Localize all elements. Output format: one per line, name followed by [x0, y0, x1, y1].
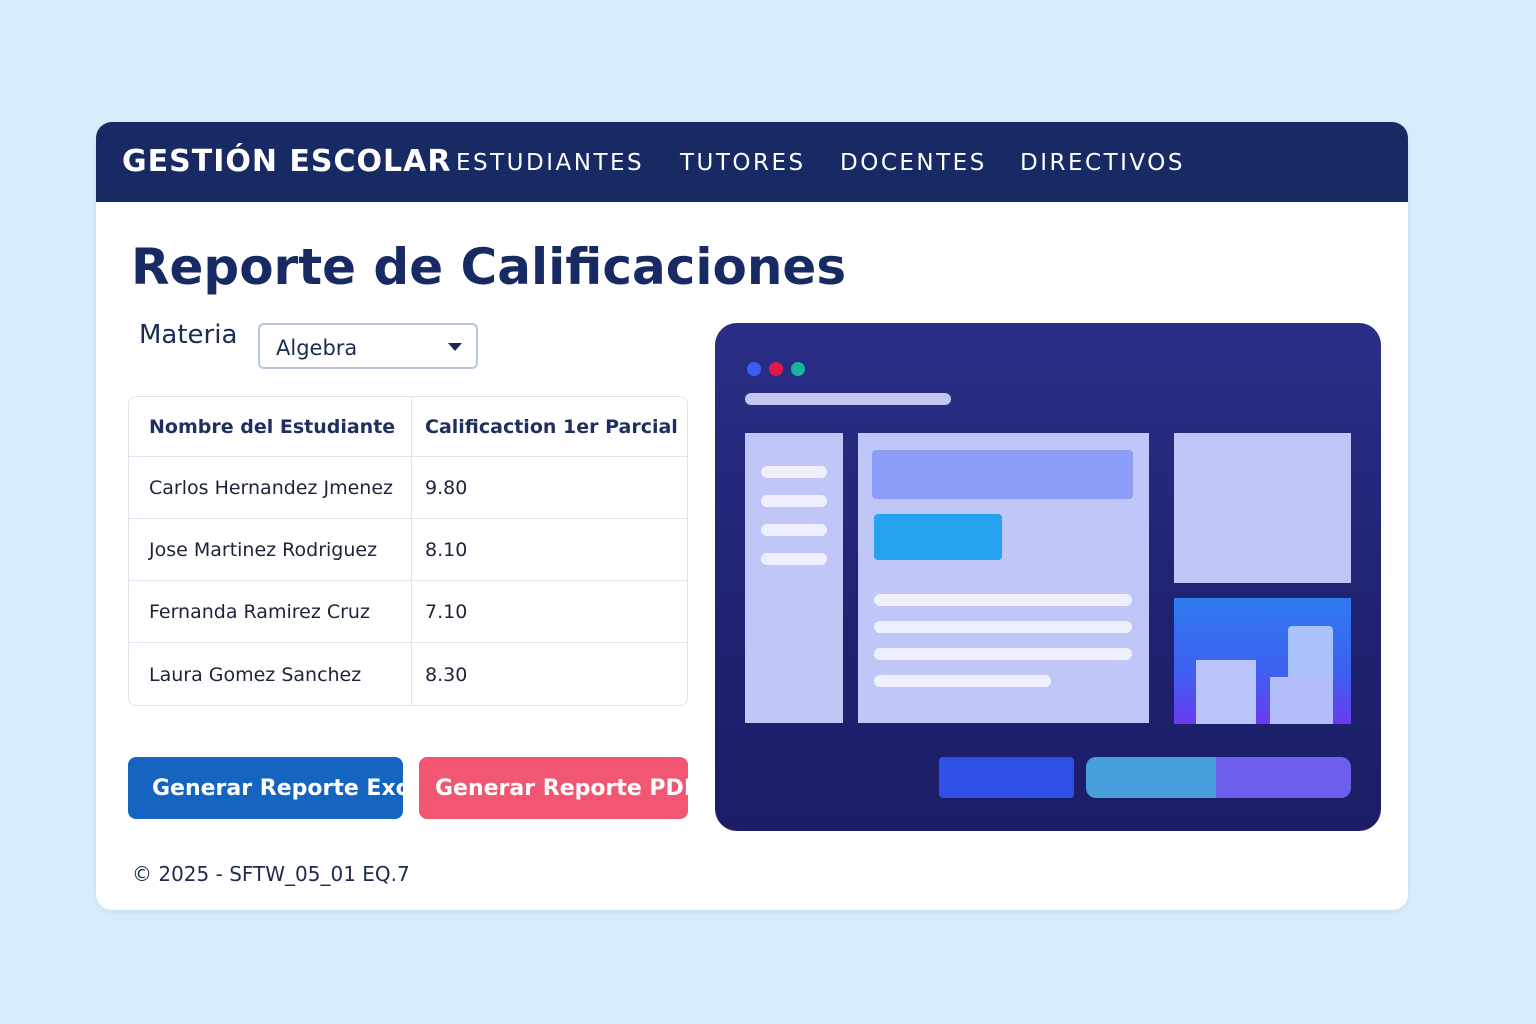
app-window: GESTIÓN ESCOLAR ESTUDIANTES TUTORES DOCE… [96, 122, 1408, 910]
illustration-action-block [939, 757, 1074, 798]
subject-label: Materia [139, 320, 238, 350]
illustration-text-line [874, 648, 1132, 660]
illustration-top-right-panel [1174, 433, 1351, 583]
illustration-sidebar-line [761, 495, 827, 507]
nav-link-tutores[interactable]: TUTORES [680, 150, 806, 176]
window-dot-blue [747, 362, 761, 376]
grade-cell: 8.10 [411, 519, 687, 580]
student-name-cell: Laura Gomez Sanchez [149, 664, 362, 686]
table-header-row: Nombre del Estudiante Calificaction 1er … [129, 397, 687, 456]
table-row: Laura Gomez Sanchez 8.30 [129, 642, 687, 705]
grade-cell: 8.30 [411, 643, 687, 705]
illustration-main-panel [858, 433, 1149, 723]
illustration-chart-bar [1196, 660, 1256, 724]
caret-down-icon [448, 343, 462, 351]
footer-copyright: © 2025 - SFTW_05_01 EQ.7 [132, 862, 410, 886]
illustration-chart-panel [1174, 598, 1351, 724]
illustration-progress-block [1086, 757, 1351, 798]
generate-excel-report-button[interactable]: Generar Reporte Excel [128, 757, 403, 819]
illustration-chart-bar [1270, 677, 1333, 724]
illustration-text-line [874, 621, 1132, 633]
generate-pdf-report-button[interactable]: Generar Reporte PDF [419, 757, 688, 819]
column-header-grade: Calificaction 1er Parcial [411, 397, 687, 456]
illustration-sidebar-line [761, 553, 827, 565]
student-name-cell: Carlos Hernandez Jmenez [149, 476, 394, 499]
table-row: Fernanda Ramirez Cruz 7.10 [129, 580, 687, 642]
window-dot-teal [791, 362, 805, 376]
subject-select-value: Algebra [276, 336, 358, 360]
student-name-cell: Fernanda Ramirez Cruz [149, 600, 370, 623]
illustration-text-line [874, 675, 1051, 687]
nav-link-directivos[interactable]: DIRECTIVOS [1020, 150, 1185, 176]
table-row: Jose Martinez Rodriguez 8.10 [129, 518, 687, 580]
grade-cell: 7.10 [411, 581, 687, 642]
illustration-address-bar [745, 393, 951, 405]
illustration-text-line [874, 594, 1132, 606]
subject-select[interactable]: Algebra [258, 323, 478, 369]
illustration-sidebar [745, 433, 843, 723]
nav-link-docentes[interactable]: DOCENTES [840, 150, 987, 176]
illustration-banner [872, 450, 1133, 499]
illustration-sidebar-line [761, 524, 827, 536]
nav-link-estudiantes[interactable]: ESTUDIANTES [456, 150, 644, 176]
grade-cell: 9.80 [411, 457, 687, 518]
grades-table: Nombre del Estudiante Calificaction 1er … [128, 396, 688, 706]
illustration-sidebar-line [761, 466, 827, 478]
page-title: Reporte de Calificaciones [131, 238, 847, 296]
illustration-button-block [874, 514, 1002, 560]
window-dot-red [769, 362, 783, 376]
dashboard-illustration [715, 323, 1381, 831]
table-row: Carlos Hernandez Jmenez 9.80 [129, 456, 687, 518]
column-header-name: Nombre del Estudiante [149, 415, 396, 438]
brand-logo[interactable]: GESTIÓN ESCOLAR [122, 144, 451, 179]
top-navbar: GESTIÓN ESCOLAR ESTUDIANTES TUTORES DOCE… [96, 122, 1408, 202]
student-name-cell: Jose Martinez Rodriguez [149, 538, 378, 561]
